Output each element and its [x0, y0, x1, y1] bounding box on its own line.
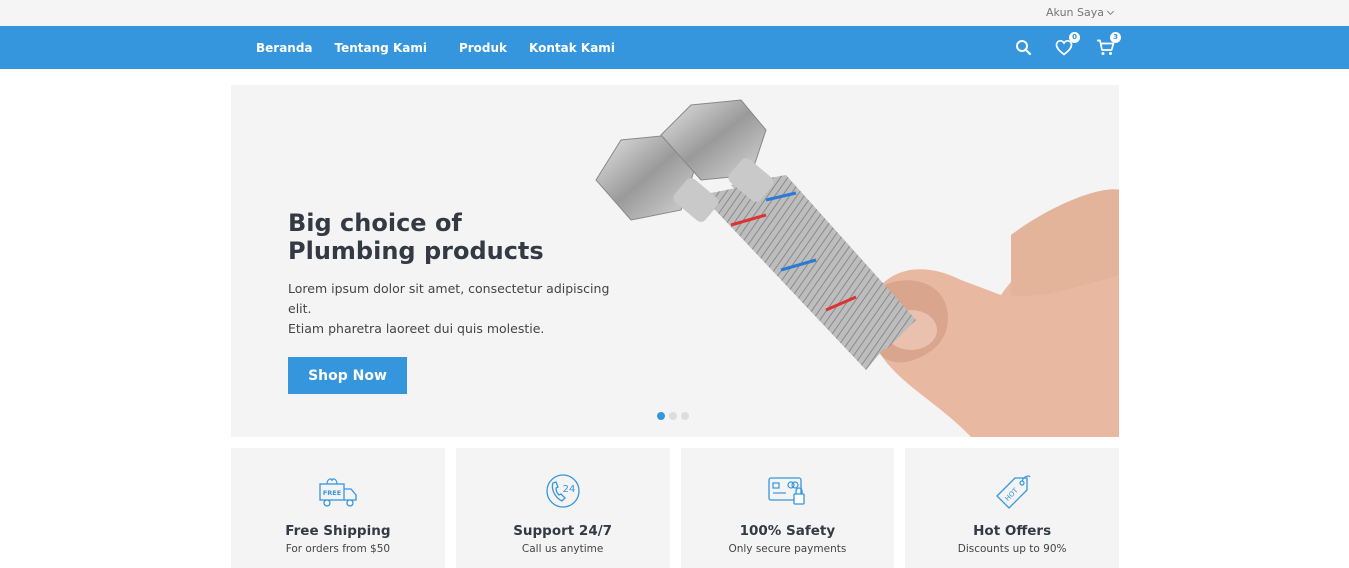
nav-item-produk[interactable]: Produk: [459, 41, 507, 55]
svg-text:24: 24: [562, 484, 575, 495]
feature-safety: 100% Safety Only secure payments: [680, 448, 895, 568]
free-truck-icon: FREE: [319, 478, 357, 507]
feature-hot-offers: HOT Hot Offers Discounts up to 90%: [905, 448, 1119, 568]
chevron-down-icon: [1106, 7, 1115, 15]
search-button[interactable]: [1013, 38, 1033, 58]
hero-slider: Big choice of Plumbing products Lorem ip…: [231, 85, 1119, 437]
features-row: FREE Free Shipping For orders from $50 2…: [231, 448, 1119, 568]
feature-title: 100% Safety: [739, 523, 836, 539]
top-bar: Akun Saya: [0, 0, 1349, 26]
feature-subtitle: For orders from $50: [285, 543, 391, 555]
nav-actions: 0 3: [1013, 26, 1121, 69]
hero-title-line-2: Plumbing products: [288, 237, 544, 265]
cart-button[interactable]: 3: [1095, 31, 1121, 58]
hero-description-line-1: Lorem ipsum dolor sit amet, consectetur …: [288, 281, 610, 316]
feature-subtitle: Only secure payments: [728, 543, 847, 555]
account-label: Akun Saya: [1046, 6, 1104, 19]
feature-title: Free Shipping: [285, 523, 391, 539]
hero-title: Big choice of Plumbing products: [288, 209, 608, 265]
hero-title-line-1: Big choice of: [288, 209, 462, 237]
feature-free-shipping: FREE Free Shipping For orders from $50: [231, 448, 445, 568]
feature-subtitle: Discounts up to 90%: [957, 543, 1067, 555]
svg-text:HOT: HOT: [1004, 486, 1021, 503]
cart-count-badge: 3: [1110, 31, 1121, 43]
secure-card-icon: [768, 477, 806, 505]
hero-description: Lorem ipsum dolor sit amet, consectetur …: [288, 279, 618, 339]
nav-menu: Beranda Tentang Kami Produk Kontak Kami: [256, 26, 637, 69]
hot-tag-icon: HOT: [996, 475, 1031, 509]
slider-dot-3[interactable]: [681, 412, 689, 420]
nav-item-beranda[interactable]: Beranda: [256, 41, 313, 55]
account-menu[interactable]: Akun Saya: [1046, 6, 1115, 19]
plumbing-hose-image: [595, 99, 1119, 437]
hero-description-line-2: Etiam pharetra laoreet dui quis molestie…: [288, 321, 545, 336]
feature-title: Support 24/7: [513, 523, 613, 539]
svg-text:FREE: FREE: [323, 489, 341, 497]
slider-dot-1[interactable]: [657, 412, 665, 420]
shop-now-button[interactable]: Shop Now: [288, 357, 407, 394]
wishlist-count-badge: 0: [1069, 31, 1080, 43]
phone-24-icon: 24: [545, 474, 580, 508]
main-navbar: Beranda Tentang Kami Produk Kontak Kami …: [0, 26, 1349, 69]
search-icon: [1015, 40, 1031, 56]
feature-title: Hot Offers: [973, 523, 1052, 539]
slider-dots: [657, 412, 689, 420]
nav-item-tentang-kami[interactable]: Tentang Kami: [335, 41, 427, 55]
slider-dot-2[interactable]: [669, 412, 677, 420]
nav-item-kontak-kami[interactable]: Kontak Kami: [529, 41, 615, 55]
feature-subtitle: Call us anytime: [521, 543, 604, 555]
feature-support: 24 Support 24/7 Call us anytime: [455, 448, 670, 568]
wishlist-button[interactable]: 0: [1054, 31, 1080, 58]
